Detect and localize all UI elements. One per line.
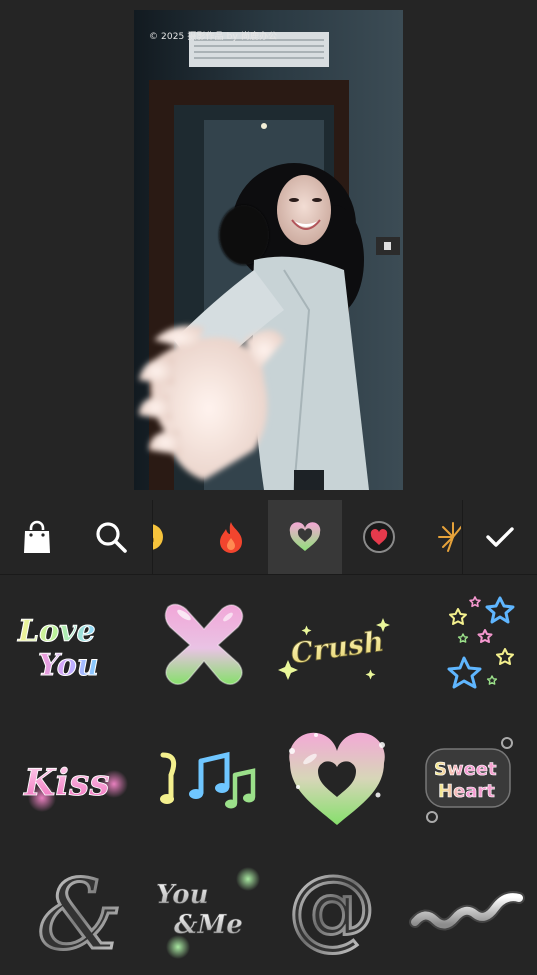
squiggle-icon <box>409 891 525 931</box>
sticker-x[interactable] <box>137 580 271 710</box>
tab-firework[interactable] <box>416 500 461 574</box>
music-notes-icon <box>160 751 256 809</box>
photo-watermark: © 2025 摄影作品 by 尚鹿办公 <box>149 32 278 42</box>
sticker-you-text: You <box>38 648 99 683</box>
sticker-crush[interactable]: Crush <box>270 580 404 710</box>
sticker-love-text: Love <box>17 614 96 649</box>
sticker-at-glyph: @ <box>288 856 376 959</box>
sticker-love-you[interactable]: Love You <box>5 580 139 710</box>
tab-heart-bubble[interactable] <box>268 500 342 574</box>
crush-sticker-art: Crush <box>278 618 390 680</box>
sticker-kiss-text: Kiss <box>23 762 110 804</box>
sticker-category-tabs <box>153 500 461 574</box>
sticker-you-text-2: You <box>156 880 209 910</box>
photo-image <box>134 10 403 490</box>
you-and-me-sticker-art: You &Me <box>156 867 260 959</box>
sticker-ampersand-glyph: & <box>37 859 122 971</box>
sticker-toolbar <box>0 500 537 575</box>
sticker-search-button[interactable] <box>74 500 148 574</box>
love-you-sticker-art: Love You <box>17 614 100 684</box>
sticker-kiss[interactable]: Kiss <box>5 715 139 845</box>
sticker-you-and-me[interactable]: You &Me <box>137 845 271 975</box>
sticker-at[interactable]: @ <box>267 845 401 975</box>
chrome-ampersand-sticker-art: & <box>36 858 124 973</box>
tab-fire[interactable] <box>194 500 268 574</box>
sticker-sweet-text: Sweet <box>434 759 497 780</box>
sticker-stars[interactable] <box>403 580 537 710</box>
sticker-me-text: &Me <box>174 910 243 940</box>
heart-bubble-icon <box>289 522 321 551</box>
stars-icon <box>447 596 515 689</box>
sticker-heart-text: Heart <box>438 781 495 802</box>
bubble-x-sticker-art <box>164 603 244 685</box>
sweet-heart-sticker-art: Sweet Heart <box>425 737 513 823</box>
sticker-shop-button[interactable] <box>0 500 74 574</box>
firework-icon <box>438 522 461 552</box>
heart-badge-icon <box>363 521 395 553</box>
fire-icon <box>220 522 242 553</box>
checkmark-icon <box>486 527 514 547</box>
bubble-heart-icon <box>289 732 385 825</box>
tab-heart-badge[interactable] <box>342 500 416 574</box>
confirm-button[interactable] <box>463 500 537 574</box>
emoji-face-icon <box>153 524 163 550</box>
sticker-crush-text: Crush <box>289 625 386 671</box>
sticker-bubble-heart[interactable] <box>270 715 404 845</box>
search-icon <box>96 522 127 553</box>
sticker-squiggle[interactable] <box>400 845 534 975</box>
sticker-sweet-heart[interactable]: Sweet Heart <box>400 715 534 845</box>
photo-preview-area: © 2025 摄影作品 by 尚鹿办公 <box>0 0 537 500</box>
tab-emoji[interactable] <box>153 500 187 574</box>
chrome-at-sticker-art: @ <box>287 855 378 961</box>
sticker-grid: Love You Crush Kiss Sweet Heart & You &M… <box>0 575 537 973</box>
photo-canvas[interactable]: © 2025 摄影作品 by 尚鹿办公 <box>134 10 403 490</box>
sticker-music-notes[interactable] <box>137 715 271 845</box>
sticker-ampersand[interactable]: & <box>5 845 139 975</box>
kiss-sticker-art: Kiss <box>23 762 128 812</box>
shopping-bag-icon <box>24 520 50 553</box>
